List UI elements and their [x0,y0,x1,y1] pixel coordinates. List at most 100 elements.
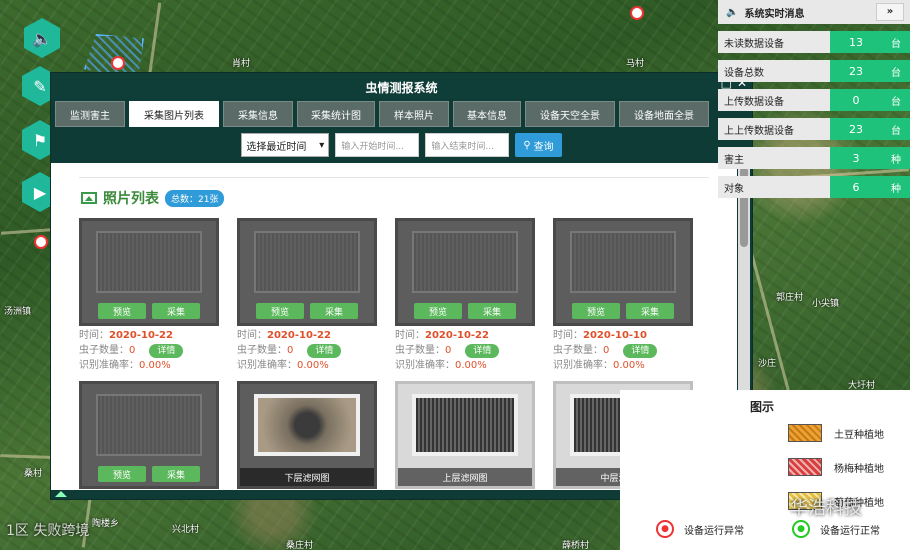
message-label: 上上传数据设备 [718,118,830,140]
device-marker-icon[interactable] [111,56,125,70]
realtime-message-panel: 🔈 系统实时消息 » 未读数据设备 13 台 设备总数 23 台 上传数据设备 … [718,0,910,198]
legend-item: 杨梅种植地 [788,458,884,476]
legend-title: 图示 [750,400,775,414]
insect-count: 0 [445,345,452,356]
count-label: 虫子数量： [395,345,445,356]
photo-card: 预览 采集 时间：2020-10-10 虫子数量：0 详情 识别准确率：0.00% [553,218,693,373]
photo-date: 2020-10-10 [583,330,647,341]
tab-basic-info[interactable]: 基本信息 [453,101,521,127]
message-label: 对象 [718,176,830,198]
accuracy-label: 识别准确率： [395,360,455,371]
detail-button[interactable]: 详情 [307,344,342,358]
tab-sample-photos[interactable]: 样本照片 [379,101,449,127]
collect-button[interactable]: 采集 [310,303,358,319]
photo-meta: 时间：2020-10-10 虫子数量：0 详情 识别准确率：0.00% [553,328,693,373]
photo-thumbnail[interactable]: 预览 采集 [553,218,693,326]
collect-button[interactable]: 采集 [152,303,200,319]
message-value: 3 [830,147,882,169]
insect-count: 0 [129,345,136,356]
message-label: 上传数据设备 [718,89,830,111]
legend-label: 土豆种植地 [834,429,884,441]
tab-monitor-pest[interactable]: 监测害主 [55,101,125,127]
device-marker-icon[interactable] [34,235,48,249]
accuracy-value: 0.00% [455,360,487,371]
message-row: 上上传数据设备 23 台 [718,118,910,140]
photo-date: 2020-10-22 [425,330,489,341]
photo-meta: 时间：2020-10-22 虫子数量：0 详情 识别准确率：0.00% [79,328,219,373]
message-unit: 台 [882,89,910,111]
device-marker-icon[interactable] [630,6,644,20]
map-label: 郭庄村 [776,293,804,303]
detail-button[interactable]: 详情 [465,344,500,358]
preview-button[interactable]: 预览 [98,303,146,319]
photo-meta: 时间：2020-10-22 虫子数量：0 详情 识别准确率：0.00% [237,328,377,373]
map-label: 薛桥村 [562,541,590,550]
message-value: 23 [830,60,882,82]
message-label: 未读数据设备 [718,31,830,53]
message-unit: 种 [882,147,910,169]
accuracy-value: 0.00% [613,360,645,371]
preview-button[interactable]: 预览 [414,303,462,319]
collapse-arrow-icon[interactable] [55,491,67,497]
detail-button[interactable]: 详情 [623,344,658,358]
tab-sky-panorama[interactable]: 设备天空全景 [525,101,615,127]
insect-count: 0 [603,345,610,356]
preview-button[interactable]: 预览 [256,303,304,319]
tab-collect-info[interactable]: 采集信息 [223,101,293,127]
photo-thumbnail[interactable]: 下层滤网图 [237,381,377,489]
speaker-icon: 🔈 [726,6,739,18]
photo-card: 预览 采集 [79,381,219,489]
preview-button[interactable]: 预览 [98,466,146,482]
message-row: 设备总数 23 台 [718,60,910,82]
photo-thumbnail[interactable]: 预览 采集 [79,218,219,326]
collect-button[interactable]: 采集 [468,303,516,319]
photo-date: 2020-10-22 [267,330,331,341]
collect-button[interactable]: 采集 [626,303,674,319]
tab-ground-panorama[interactable]: 设备地面全景 [619,101,709,127]
query-button[interactable]: ⚲ 查询 [515,133,562,157]
photo-thumbnail[interactable]: 预览 采集 [237,218,377,326]
message-value: 6 [830,176,882,198]
accuracy-label: 识别准确率： [553,360,613,371]
expand-button[interactable]: » [876,3,904,21]
end-time-input[interactable]: 输入结束时间... [425,133,510,157]
photo-caption: 上层滤网图 [398,468,532,486]
photo-card: 上层滤网图 [395,381,535,489]
total-count-badge: 总数：21张 [165,189,225,207]
filter-bar: 选择最近时间 ▾ 输入开始时间... 输入结束时间... ⚲ 查询 [51,129,752,161]
detail-button[interactable]: 详情 [149,344,184,358]
time-range-select[interactable]: 选择最近时间 ▾ [241,133,330,157]
photo-card: 预览 采集 时间：2020-10-22 虫子数量：0 详情 识别准确率：0.00% [79,218,219,373]
photo-card: 预览 采集 时间：2020-10-22 虫子数量：0 详情 识别准确率：0.00% [395,218,535,373]
tab-collect-chart[interactable]: 采集统计图 [297,101,375,127]
photo-meta: 时间：2020-10-22 虫子数量：0 详情 识别准确率：0.00% [395,328,535,373]
legend-label: 杨梅种植地 [834,463,884,475]
photo-thumbnail[interactable]: 预览 采集 [79,381,219,489]
message-unit: 台 [882,60,910,82]
window-titlebar[interactable]: 虫情测报系统 □ ✕ [51,73,752,99]
divider [79,177,709,178]
legend-status-abnormal: ● 设备运行异常 [656,520,744,538]
photo-list-header: 照片列表 总数：21张 [81,188,709,208]
start-time-input[interactable]: 输入开始时间... [335,133,420,157]
photo-grid: 预览 采集 时间：2020-10-22 虫子数量：0 详情 识别准确率：0.00%… [79,218,709,489]
photo-thumbnail[interactable]: 预览 采集 [395,218,535,326]
photo-list-title: 照片列表 [103,191,159,207]
tab-photo-list[interactable]: 采集图片列表 [129,101,219,127]
message-panel-header: 🔈 系统实时消息 » [718,0,910,24]
map-label: 马村 [626,59,645,69]
time-label: 时间： [79,330,109,341]
map-label: 沙庄 [758,359,777,369]
map-label: 桑村 [24,469,43,479]
accuracy-value: 0.00% [139,360,171,371]
collect-button[interactable]: 采集 [152,466,200,482]
message-unit: 种 [882,176,910,198]
time-label: 时间： [553,330,583,341]
preview-button[interactable]: 预览 [572,303,620,319]
legend-item: 土豆种植地 [788,424,884,442]
count-label: 虫子数量： [553,345,603,356]
photo-thumbnail[interactable]: 上层滤网图 [395,381,535,489]
search-icon: ⚲ [523,139,531,151]
accuracy-label: 识别准确率： [237,360,297,371]
map-label: 陶楼乡 [92,519,120,529]
